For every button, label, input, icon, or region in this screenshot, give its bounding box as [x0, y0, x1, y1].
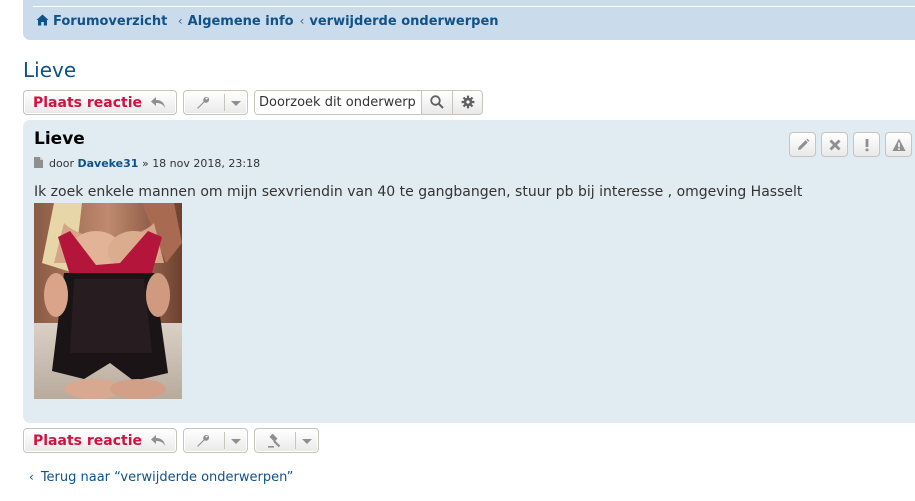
post-image[interactable]	[34, 203, 182, 399]
attached-photo	[34, 203, 182, 399]
moderator-tools-button[interactable]	[254, 428, 319, 453]
advanced-search-button[interactable]	[452, 91, 482, 114]
breadcrumb-home[interactable]: Forumoverzicht	[36, 14, 172, 29]
post-reply-button[interactable]: Plaats reactie	[23, 90, 177, 115]
topic-tools-button[interactable]	[183, 90, 248, 115]
breadcrumb-item-forumoverzicht[interactable]: Forumoverzicht	[53, 14, 167, 29]
navbar: Forumoverzicht ‹ Algemene info ‹ verwijderd…	[23, 0, 915, 40]
post-author-line: door Daveke31 » 18 nov 2018, 23:18	[34, 157, 260, 170]
wrench-icon	[197, 434, 210, 447]
button-divider	[295, 432, 296, 449]
delete-icon	[829, 139, 841, 151]
breadcrumb-separator: ‹	[177, 14, 183, 28]
post-reply-button-bottom[interactable]: Plaats reactie	[23, 428, 177, 453]
delete-button[interactable]	[821, 132, 848, 157]
report-button[interactable]	[853, 132, 880, 157]
chevron-down-icon[interactable]	[231, 101, 241, 106]
post-title[interactable]: Lieve	[34, 129, 85, 149]
post-date: 18 nov 2018, 23:18	[152, 157, 261, 170]
breadcrumb: Forumoverzicht ‹ Algemene info ‹ verwijderd…	[36, 14, 499, 29]
button-divider	[224, 94, 225, 111]
wrench-icon	[197, 96, 210, 109]
topic-tools-button-bottom[interactable]	[183, 428, 248, 453]
topic-search	[254, 90, 483, 115]
breadcrumb-item-algemene-info[interactable]: Algemene info	[188, 14, 294, 29]
edit-icon	[798, 138, 810, 150]
date-separator: »	[141, 157, 149, 170]
back-link-label: Terug naar “verwijderde onderwerpen”	[40, 470, 294, 485]
breadcrumb-item-verwijderde-onderwerpen[interactable]: verwijderde onderwerpen	[309, 14, 498, 29]
breadcrumb-separator: ‹	[299, 14, 305, 28]
warn-icon	[892, 138, 906, 151]
author-prefix: door	[49, 157, 74, 170]
report-icon	[865, 139, 869, 152]
chevron-down-icon[interactable]	[302, 439, 312, 444]
navbar-divider	[33, 6, 915, 7]
search-input[interactable]	[255, 91, 425, 114]
gavel-icon	[268, 434, 281, 448]
file-icon[interactable]	[34, 157, 43, 168]
topic-title[interactable]: Lieve	[23, 58, 76, 82]
button-divider	[224, 432, 225, 449]
back-to-forum-link[interactable]: ‹ Terug naar “verwijderde onderwerpen”	[29, 470, 293, 485]
search-icon	[430, 95, 444, 109]
warn-button[interactable]	[885, 132, 912, 157]
post-reply-label: Plaats reactie	[33, 433, 142, 449]
post: Lieve door Daveke31 » 18 nov 2018, 23:18…	[23, 120, 915, 423]
chevron-left-icon: ‹	[29, 470, 34, 484]
search-button[interactable]	[421, 91, 453, 114]
gear-icon	[461, 95, 475, 109]
post-content: Ik zoek enkele mannen om mijn sexvriendi…	[34, 184, 803, 200]
home-icon	[36, 14, 49, 26]
reply-icon	[151, 435, 165, 446]
author-username[interactable]: Daveke31	[77, 157, 138, 170]
post-reply-label: Plaats reactie	[33, 95, 142, 111]
reply-icon	[151, 97, 165, 108]
chevron-down-icon[interactable]	[231, 439, 241, 444]
edit-button[interactable]	[789, 132, 816, 157]
